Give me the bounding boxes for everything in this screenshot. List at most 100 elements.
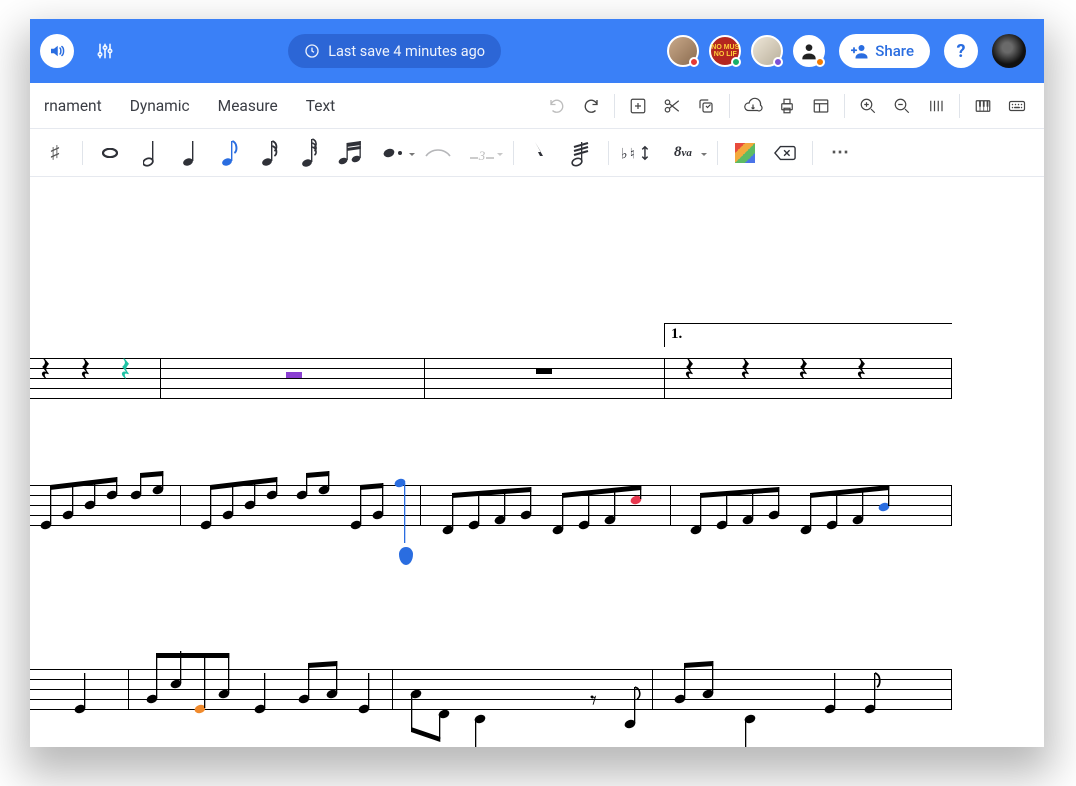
help-button[interactable]: ? xyxy=(944,34,978,68)
avatar-user-4[interactable] xyxy=(793,35,825,67)
avatar-owner[interactable] xyxy=(992,34,1026,68)
sixteenth-note-button[interactable] xyxy=(251,135,289,171)
print-button[interactable] xyxy=(770,89,804,123)
staff-2-notes xyxy=(30,465,952,565)
divider xyxy=(959,94,960,118)
keyboard-button[interactable] xyxy=(1000,89,1034,123)
undo-button[interactable] xyxy=(540,89,574,123)
cut-button[interactable] xyxy=(655,89,689,123)
speaker-icon xyxy=(48,42,66,60)
volta-label: 1. xyxy=(671,326,682,343)
measures-view-button[interactable] xyxy=(919,89,953,123)
octave-button[interactable]: 8va xyxy=(657,135,709,171)
staff-3-notes: 𝄾 xyxy=(30,639,952,747)
divider xyxy=(608,141,609,165)
tremolo-button[interactable] xyxy=(562,135,600,171)
menu-ornament[interactable]: rnament xyxy=(30,83,116,128)
menu-dynamic-label: Dynamic xyxy=(130,97,190,115)
scissors-icon xyxy=(663,97,681,115)
menu-dynamic[interactable]: Dynamic xyxy=(116,83,204,128)
download-button[interactable] xyxy=(736,89,770,123)
half-note-button[interactable] xyxy=(131,135,169,171)
menu-measure-label: Measure xyxy=(218,97,278,115)
notebar: ♯ 3 xyxy=(30,129,1044,177)
copy-icon xyxy=(697,97,715,115)
menu-text-label: Text xyxy=(306,97,335,115)
eighth-note-icon xyxy=(222,139,238,167)
help-glyph: ? xyxy=(957,41,966,62)
half-note-icon xyxy=(143,139,157,167)
thirtysecond-note-button[interactable] xyxy=(291,135,329,171)
volta-bracket: 1. xyxy=(664,323,952,347)
caesura-icon xyxy=(533,140,549,166)
beamed-notes-button[interactable] xyxy=(331,135,369,171)
redo-button[interactable] xyxy=(574,89,608,123)
add-person-icon xyxy=(851,42,869,60)
topbar: Last save 4 minutes ago NO MUSNO LIF xyxy=(30,19,1044,83)
whole-rest xyxy=(536,368,552,374)
tuplet-button[interactable]: 3 xyxy=(459,135,505,171)
avatar-user-3[interactable] xyxy=(751,35,783,67)
svg-text:♮: ♮ xyxy=(630,146,635,162)
menu-measure[interactable]: Measure xyxy=(204,83,292,128)
rest-3-teal: 𝄽 xyxy=(120,352,130,390)
menubar: rnament Dynamic Measure Text xyxy=(30,83,1044,129)
rest-m4-3: 𝄽 xyxy=(798,352,808,390)
audio-button[interactable] xyxy=(40,34,74,68)
rest-m4-2: 𝄽 xyxy=(740,352,750,390)
quarter-note-icon xyxy=(183,139,197,167)
tuplet-icon: 3 xyxy=(468,144,496,162)
rest-m4-1: 𝄽 xyxy=(684,352,694,390)
last-save-text: Last save 4 minutes ago xyxy=(328,43,485,60)
transpose-button[interactable]: ♭♮ xyxy=(617,135,655,171)
redo-icon xyxy=(582,97,600,115)
staff-1: 𝄽 𝄽 𝄽 𝄽 𝄽 𝄽 𝄽 xyxy=(30,358,952,398)
zoom-out-icon xyxy=(893,97,911,115)
last-save-pill[interactable]: Last save 4 minutes ago xyxy=(288,34,501,68)
avatar-user-2[interactable]: NO MUSNO LIF xyxy=(709,35,741,67)
quarter-note-button[interactable] xyxy=(171,135,209,171)
keyboard-icon xyxy=(1006,97,1028,115)
beamed-icon xyxy=(338,140,362,166)
menu-text[interactable]: Text xyxy=(292,83,349,128)
score-canvas[interactable]: 1. 𝄽 𝄽 𝄽 𝄽 𝄽 𝄽 𝄽 xyxy=(30,177,1044,747)
rest-m4-4: 𝄽 xyxy=(856,352,866,390)
zoom-in-button[interactable] xyxy=(851,89,885,123)
divider xyxy=(812,141,813,165)
piano-button[interactable] xyxy=(966,89,1000,123)
sharp-button[interactable]: ♯ xyxy=(36,135,74,171)
whole-note-button[interactable] xyxy=(91,135,129,171)
dot-button[interactable] xyxy=(371,135,417,171)
zoom-in-icon xyxy=(859,97,877,115)
menu-ornament-label: rnament xyxy=(44,97,102,115)
caesura-button[interactable] xyxy=(522,135,560,171)
insert-icon xyxy=(629,97,647,115)
undo-icon xyxy=(548,97,566,115)
print-icon xyxy=(778,97,796,115)
svg-text:3: 3 xyxy=(478,148,486,162)
more-button[interactable]: ⋯ xyxy=(821,135,859,171)
layout-button[interactable] xyxy=(804,89,838,123)
avatar-user-1[interactable] xyxy=(667,35,699,67)
piano-icon xyxy=(973,97,993,115)
copy-button[interactable] xyxy=(689,89,723,123)
rest-1: 𝄽 xyxy=(40,352,50,390)
erase-button[interactable] xyxy=(766,135,804,171)
insert-button[interactable] xyxy=(621,89,655,123)
color-swatch-icon xyxy=(735,143,755,163)
bars-icon xyxy=(927,97,945,115)
eighth-note-button[interactable] xyxy=(211,135,249,171)
transpose-icon: ♭♮ xyxy=(619,142,653,164)
share-button[interactable]: Share xyxy=(839,34,930,68)
tie-button[interactable] xyxy=(419,135,457,171)
zoom-out-button[interactable] xyxy=(885,89,919,123)
mixer-button[interactable] xyxy=(88,34,122,68)
color-picker-button[interactable] xyxy=(726,135,764,171)
divider xyxy=(844,94,845,118)
dot-icon xyxy=(382,146,406,160)
cloud-download-icon xyxy=(743,97,763,115)
svg-text:♭: ♭ xyxy=(621,146,628,162)
layout-icon xyxy=(812,97,830,115)
divider xyxy=(82,141,83,165)
divider xyxy=(717,141,718,165)
